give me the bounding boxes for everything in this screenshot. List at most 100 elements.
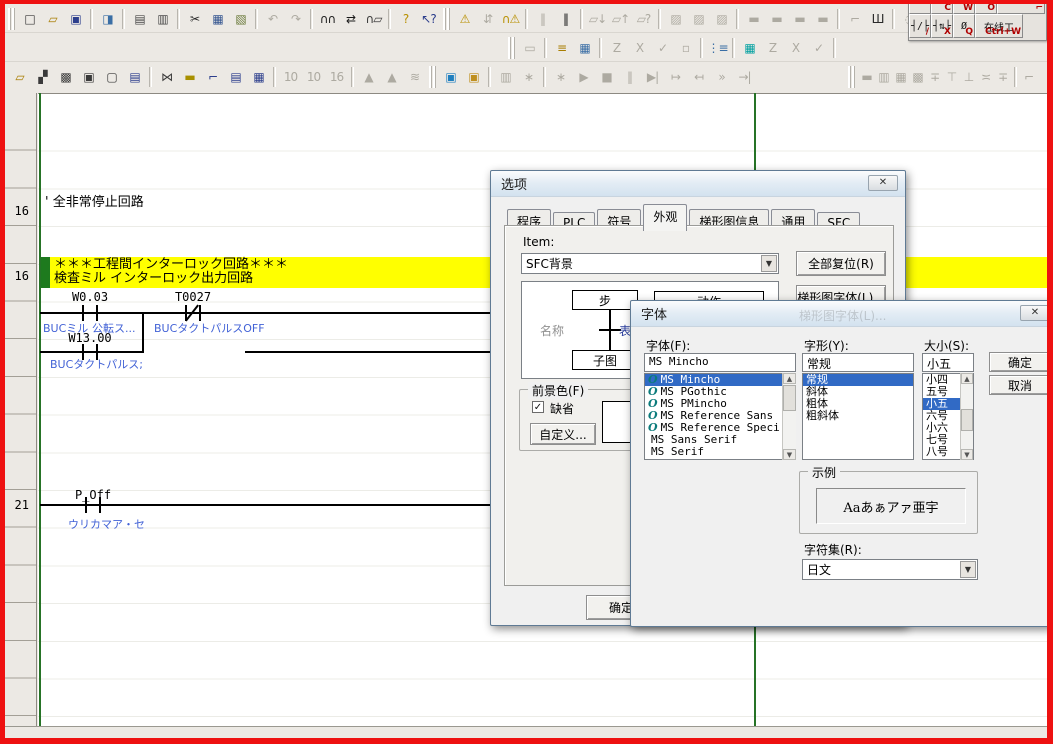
- run-icon[interactable]: ▶: [572, 66, 595, 88]
- monitor-mode-icon[interactable]: ▣: [439, 66, 462, 88]
- sfc-transition-3-icon[interactable]: ⊥: [960, 66, 977, 88]
- memory-3-icon[interactable]: ▬: [788, 8, 811, 30]
- comment-edit-icon[interactable]: Z: [605, 37, 628, 59]
- contact-symbol[interactable]: [199, 305, 201, 321]
- decimal-display-icon[interactable]: 10: [279, 66, 302, 88]
- step-out-icon[interactable]: ↤: [687, 66, 710, 88]
- close-icon[interactable]: ✕: [1020, 305, 1050, 321]
- skip-hand-icon[interactable]: ∗: [549, 66, 572, 88]
- toolbar-drag-handle[interactable]: [8, 8, 15, 30]
- sfc-step-1-icon[interactable]: ▬: [858, 66, 875, 88]
- edit-mode-icon[interactable]: ▣: [462, 66, 485, 88]
- memory-2-icon[interactable]: ▬: [765, 8, 788, 30]
- verify-plc-icon[interactable]: ▱?: [632, 8, 655, 30]
- scroll-up-icon[interactable]: ▲: [961, 373, 973, 384]
- new-file-icon[interactable]: □: [18, 8, 41, 30]
- cancel-button[interactable]: 取消: [989, 375, 1051, 395]
- chevron-down-icon[interactable]: ▼: [761, 255, 777, 272]
- charset-dropdown[interactable]: 日文 ▼: [802, 559, 978, 580]
- fast-run-icon[interactable]: »: [710, 66, 733, 88]
- style-list-item[interactable]: 粗斜体: [803, 410, 913, 422]
- reset-all-button[interactable]: 全部复位(R): [796, 251, 886, 276]
- font-list-item[interactable]: MS Serif: [645, 446, 795, 458]
- print-icon[interactable]: ▤: [128, 8, 151, 30]
- toolbar-drag-handle[interactable]: [443, 8, 450, 30]
- device-test-icon[interactable]: ▥: [494, 66, 517, 88]
- contact-symbol[interactable]: [85, 497, 87, 513]
- logic-test-icon[interactable]: ▭: [518, 37, 541, 59]
- pause-hand-icon[interactable]: ∗: [517, 66, 540, 88]
- note-box-icon[interactable]: ▫: [674, 37, 697, 59]
- device-prev-icon[interactable]: ▲: [357, 66, 380, 88]
- redo-icon[interactable]: ↷: [284, 8, 307, 30]
- contact-symbol[interactable]: [82, 305, 84, 321]
- device-replace-icon[interactable]: ∩▱: [362, 8, 385, 30]
- stop-icon[interactable]: ■: [595, 66, 618, 88]
- step-run-icon[interactable]: ▶|: [641, 66, 664, 88]
- scroll-down-icon[interactable]: ▼: [961, 449, 973, 460]
- window-statement-icon[interactable]: X: [784, 37, 807, 59]
- toolbar-drag-handle[interactable]: [508, 37, 515, 59]
- coil-button[interactable]: ØQ: [953, 14, 975, 38]
- default-checkbox[interactable]: ✓: [532, 401, 544, 413]
- find-icon[interactable]: ∩∩: [316, 8, 339, 30]
- open-file-icon[interactable]: ▱: [41, 8, 64, 30]
- pause-icon[interactable]: ‖: [554, 8, 577, 30]
- ladder-monitor-icon[interactable]: ▦: [738, 37, 761, 59]
- device-next-icon[interactable]: ▲: [380, 66, 403, 88]
- verify-file-icon[interactable]: ◨: [96, 8, 119, 30]
- scroll-down-icon[interactable]: ▼: [783, 449, 796, 460]
- param-1-icon[interactable]: ▨: [664, 8, 687, 30]
- ladder-check-icon[interactable]: ⚠: [453, 8, 476, 30]
- scrollbar-thumb[interactable]: [783, 385, 796, 411]
- param-2-icon[interactable]: ▨: [687, 8, 710, 30]
- window-search-icon[interactable]: ▩: [54, 66, 77, 88]
- memory-1-icon[interactable]: ▬: [742, 8, 765, 30]
- device-batch-icon[interactable]: ≋: [403, 66, 426, 88]
- clock-setup-icon[interactable]: ▦: [573, 37, 596, 59]
- device-comment-icon[interactable]: ▬: [178, 66, 201, 88]
- copy-icon[interactable]: ▦: [206, 8, 229, 30]
- stacked-data-icon[interactable]: ≡: [550, 37, 573, 59]
- toolbar-drag-handle[interactable]: [429, 66, 436, 88]
- ladder-window-icon[interactable]: ▱: [8, 66, 31, 88]
- pulse-contact-button[interactable]: ┤⇅├X: [931, 14, 953, 38]
- timing-chart-icon[interactable]: Ш: [866, 8, 889, 30]
- context-help-icon[interactable]: ↖?: [417, 8, 440, 30]
- print-preview-icon[interactable]: ▥: [151, 8, 174, 30]
- contact-symbol[interactable]: [99, 497, 101, 513]
- write-plc-icon[interactable]: ▱↑: [609, 8, 632, 30]
- help-icon[interactable]: ?: [394, 8, 417, 30]
- cascade-windows-icon[interactable]: ▣: [77, 66, 100, 88]
- font-dialog-titlebar[interactable]: 字体 梯形图字体(L)... ✕: [631, 301, 1052, 327]
- properties-icon[interactable]: ▤: [123, 66, 146, 88]
- hex-display-icon[interactable]: 16: [325, 66, 348, 88]
- undo-icon[interactable]: ↶: [261, 8, 284, 30]
- sfc-transition-1-icon[interactable]: ∓: [926, 66, 943, 88]
- font-list-scrollbar[interactable]: ▲ ▼: [782, 373, 796, 460]
- window-comment-icon[interactable]: Z: [761, 37, 784, 59]
- font-name-input[interactable]: MS Mincho: [644, 353, 796, 372]
- sfc-step-2-icon[interactable]: ▥: [875, 66, 892, 88]
- run-to-end-icon[interactable]: →|: [733, 66, 756, 88]
- toolbar-drag-handle[interactable]: [848, 66, 855, 88]
- size-list-scrollbar[interactable]: ▲ ▼: [960, 373, 973, 460]
- customize-button[interactable]: 自定义...: [530, 423, 596, 445]
- window-note-icon[interactable]: ✓: [807, 37, 830, 59]
- trace-icon[interactable]: ⇵: [476, 8, 499, 30]
- sfc-transition-4-icon[interactable]: ≍: [977, 66, 994, 88]
- sfc-transition-2-icon[interactable]: ⊤: [943, 66, 960, 88]
- contact-symbol[interactable]: [96, 305, 98, 321]
- close-icon[interactable]: ✕: [868, 175, 898, 191]
- nc-contact-button[interactable]: ┤/├/: [909, 14, 931, 38]
- sfc-step-3-icon[interactable]: ▦: [892, 66, 909, 88]
- paste-icon[interactable]: ▧: [229, 8, 252, 30]
- read-plc-icon[interactable]: ▱↓: [586, 8, 609, 30]
- online-tool-button[interactable]: 在线工Ctrl+W: [975, 14, 1023, 38]
- scrollbar-thumb[interactable]: [961, 409, 973, 431]
- statement-icon[interactable]: ⌐: [201, 66, 224, 88]
- decimal2-display-icon[interactable]: 10: [302, 66, 325, 88]
- sfc-transition-5-icon[interactable]: ∓: [994, 66, 1011, 88]
- find-replace-icon[interactable]: ⇄: [339, 8, 362, 30]
- param-3-icon[interactable]: ▨: [710, 8, 733, 30]
